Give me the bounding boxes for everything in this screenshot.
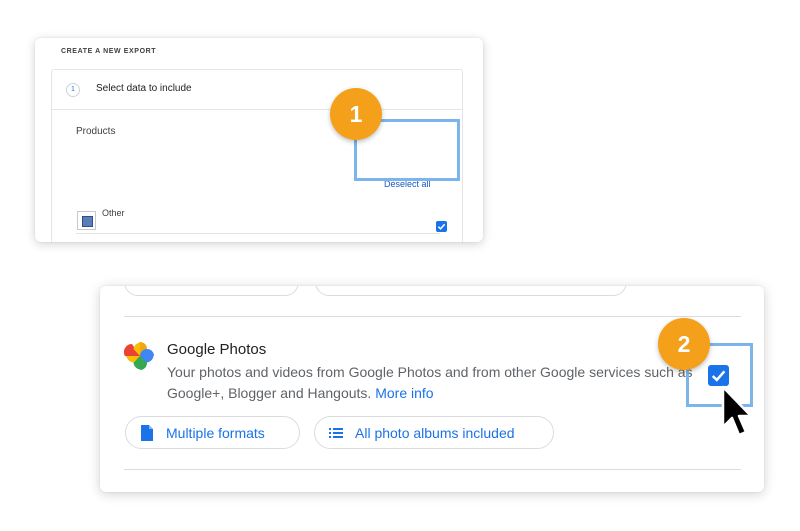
step-label: Select data to include — [96, 83, 192, 94]
products-label: Products — [76, 126, 116, 137]
mouse-pointer-icon — [721, 385, 753, 437]
google-photos-card: Google Photos Your photos and videos fro… — [100, 286, 764, 492]
all-photo-albums-button[interactable]: All photo albums included — [314, 416, 554, 449]
google-photos-logo-icon — [124, 342, 154, 370]
step-badge-2: 2 — [658, 318, 710, 370]
previous-format-pill — [124, 286, 299, 296]
previous-option-pill — [315, 286, 627, 296]
google-photos-description: Your photos and videos from Google Photo… — [167, 362, 697, 404]
google-photos-title: Google Photos — [167, 341, 267, 358]
product-checkbox[interactable] — [436, 221, 447, 232]
step-number: 1 — [66, 83, 80, 97]
divider — [124, 316, 741, 317]
more-info-link[interactable]: More info — [375, 385, 433, 401]
divider — [76, 233, 440, 234]
multiple-formats-button[interactable]: Multiple formats — [125, 416, 300, 449]
product-name: Other — [102, 208, 125, 218]
list-icon — [329, 427, 343, 438]
step-header[interactable]: 1 Select data to include — [52, 70, 462, 110]
step-badge-1: 1 — [330, 88, 382, 140]
divider — [124, 469, 741, 470]
all-photo-albums-label: All photo albums included — [355, 424, 515, 441]
export-heading: CREATE A NEW EXPORT — [61, 48, 157, 55]
document-icon — [141, 424, 153, 441]
multiple-formats-label: Multiple formats — [166, 424, 265, 441]
checkmark-icon — [437, 223, 446, 230]
other-product-icon — [77, 211, 96, 230]
